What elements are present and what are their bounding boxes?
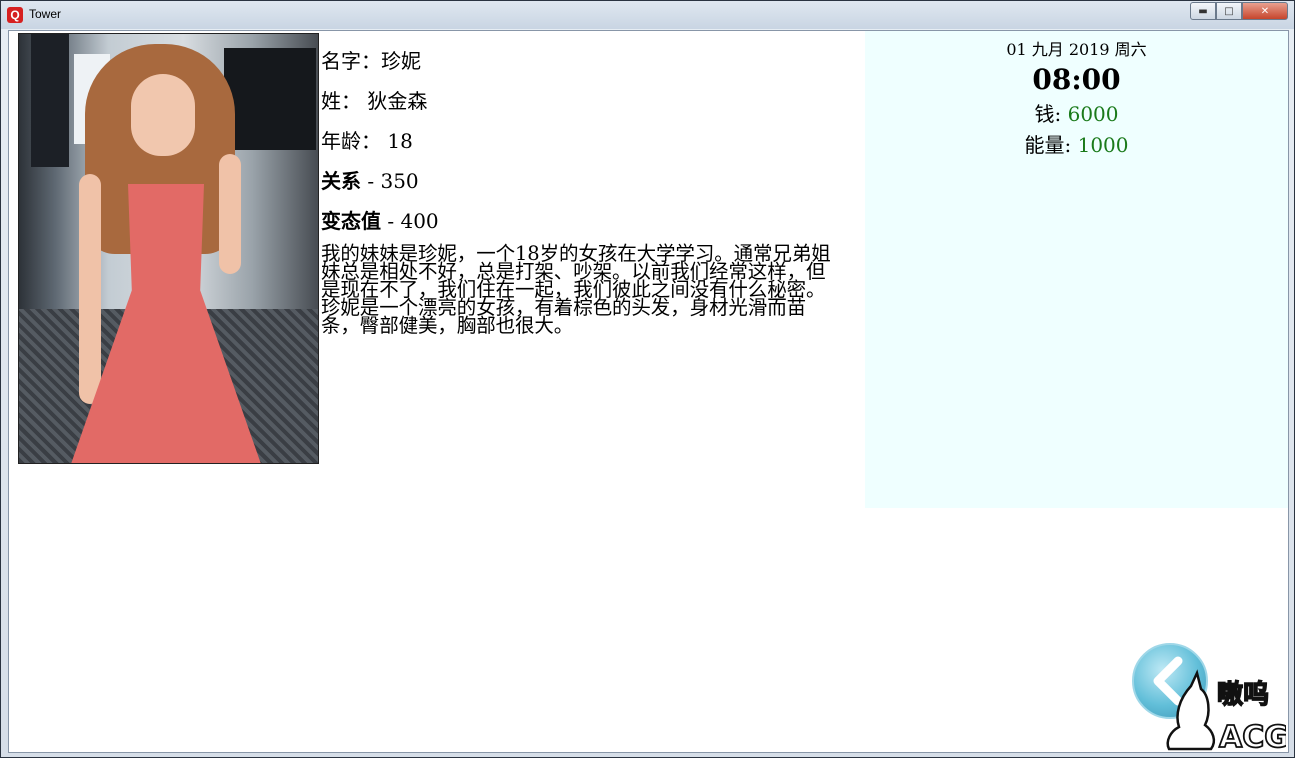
relation-value: - 350 [367, 169, 419, 193]
maximize-button[interactable]: □ [1216, 2, 1242, 20]
name-row: 名字：珍妮 [321, 45, 841, 85]
age-label: 年龄： [321, 129, 381, 153]
age-row: 年龄： 18 [321, 125, 841, 165]
portrait-arm-right [219, 154, 241, 274]
portrait-wall-frame [31, 34, 69, 167]
surname-label: 姓： [321, 89, 361, 113]
game-time: 08:00 [1032, 63, 1121, 96]
perversion-label: 变态值 [321, 209, 381, 233]
surname-value: 狄金森 [367, 89, 428, 113]
perversion-row: 变态值 - 400 [321, 205, 841, 245]
energy-value: 1000 [1077, 133, 1129, 157]
game-date: 01 九月 2019 周六 [1006, 40, 1147, 59]
name-label: 名字： [321, 49, 381, 73]
minimize-button[interactable]: ▬ [1190, 2, 1216, 20]
money-label: 钱: [1034, 102, 1062, 126]
money-value: 6000 [1067, 102, 1119, 126]
age-value: 18 [387, 129, 413, 153]
energy-stat: 能量: 1000 [865, 130, 1288, 161]
app-window: Q Tower ▬ □ ✕ 名字：珍妮 姓： 狄金森 年龄： 18 关系 - 3… [0, 0, 1295, 758]
character-info: 名字：珍妮 姓： 狄金森 年龄： 18 关系 - 350 变态值 - 400 我… [321, 45, 841, 335]
portrait-arm-left [79, 174, 101, 404]
money-stat: 钱: 6000 [865, 99, 1288, 130]
relation-label: 关系 [321, 169, 361, 193]
status-panel: 01 九月 2019 周六 08:00 钱: 6000 能量: 1000 [865, 31, 1288, 508]
portrait-cabinet [224, 48, 316, 150]
character-bio: 我的妹妹是珍妮，一个18岁的女孩在大学学习。通常兄弟姐妹总是相处不好，总是打架、… [321, 242, 831, 337]
close-button[interactable]: ✕ [1242, 2, 1288, 20]
watermark-logo: 嗷呜 ACG [1166, 669, 1286, 753]
name-value: 珍妮 [381, 49, 421, 73]
title-bar[interactable]: Q Tower ▬ □ ✕ [1, 1, 1294, 29]
relation-row: 关系 - 350 [321, 165, 841, 205]
watermark-text-bottom: ACG [1219, 720, 1286, 753]
portrait-face [131, 74, 195, 156]
character-portrait [18, 33, 319, 464]
window-controls: ▬ □ ✕ [1190, 2, 1288, 20]
app-logo-icon: Q [7, 7, 23, 23]
energy-label: 能量: [1024, 133, 1072, 157]
client-area: 名字：珍妮 姓： 狄金森 年龄： 18 关系 - 350 变态值 - 400 我… [8, 30, 1289, 753]
window-title: Tower [29, 7, 62, 21]
watermark-text-top: 嗷呜 [1217, 679, 1269, 710]
surname-row: 姓： 狄金森 [321, 85, 841, 125]
perversion-value: - 400 [387, 209, 439, 233]
